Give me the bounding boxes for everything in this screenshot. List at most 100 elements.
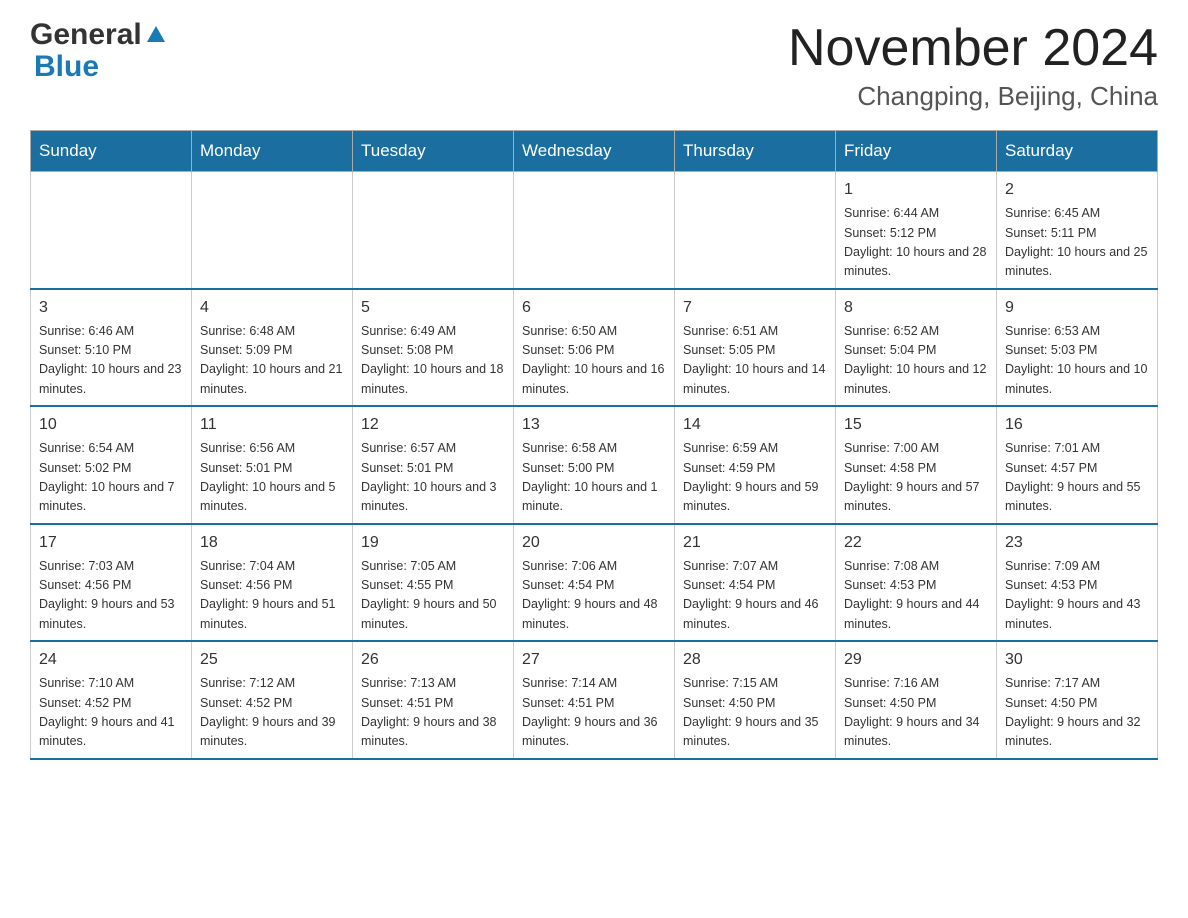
title-section: November 2024 Changping, Beijing, China xyxy=(788,20,1158,112)
calendar-cell: 7Sunrise: 6:51 AM Sunset: 5:05 PM Daylig… xyxy=(675,289,836,407)
calendar-cell: 11Sunrise: 6:56 AM Sunset: 5:01 PM Dayli… xyxy=(192,406,353,524)
day-info: Sunrise: 6:45 AM Sunset: 5:11 PM Dayligh… xyxy=(1005,204,1149,282)
day-info: Sunrise: 7:00 AM Sunset: 4:58 PM Dayligh… xyxy=(844,439,988,517)
day-number: 21 xyxy=(683,531,827,555)
day-number: 3 xyxy=(39,296,183,320)
calendar-cell: 5Sunrise: 6:49 AM Sunset: 5:08 PM Daylig… xyxy=(353,289,514,407)
page-header: General Blue November 2024 Changping, Be… xyxy=(30,20,1158,112)
week-row-4: 17Sunrise: 7:03 AM Sunset: 4:56 PM Dayli… xyxy=(31,524,1158,642)
header-day-friday: Friday xyxy=(836,131,997,172)
day-number: 12 xyxy=(361,413,505,437)
day-info: Sunrise: 7:03 AM Sunset: 4:56 PM Dayligh… xyxy=(39,557,183,635)
day-info: Sunrise: 7:05 AM Sunset: 4:55 PM Dayligh… xyxy=(361,557,505,635)
day-number: 18 xyxy=(200,531,344,555)
day-number: 17 xyxy=(39,531,183,555)
day-info: Sunrise: 7:17 AM Sunset: 4:50 PM Dayligh… xyxy=(1005,674,1149,752)
day-info: Sunrise: 7:06 AM Sunset: 4:54 PM Dayligh… xyxy=(522,557,666,635)
day-info: Sunrise: 6:59 AM Sunset: 4:59 PM Dayligh… xyxy=(683,439,827,517)
day-number: 8 xyxy=(844,296,988,320)
header-day-wednesday: Wednesday xyxy=(514,131,675,172)
week-row-2: 3Sunrise: 6:46 AM Sunset: 5:10 PM Daylig… xyxy=(31,289,1158,407)
day-number: 9 xyxy=(1005,296,1149,320)
calendar-cell: 1Sunrise: 6:44 AM Sunset: 5:12 PM Daylig… xyxy=(836,172,997,289)
calendar-cell: 16Sunrise: 7:01 AM Sunset: 4:57 PM Dayli… xyxy=(997,406,1158,524)
calendar-cell: 13Sunrise: 6:58 AM Sunset: 5:00 PM Dayli… xyxy=(514,406,675,524)
day-number: 1 xyxy=(844,178,988,202)
day-number: 27 xyxy=(522,648,666,672)
calendar-cell: 6Sunrise: 6:50 AM Sunset: 5:06 PM Daylig… xyxy=(514,289,675,407)
day-number: 14 xyxy=(683,413,827,437)
day-info: Sunrise: 6:53 AM Sunset: 5:03 PM Dayligh… xyxy=(1005,322,1149,400)
header-day-thursday: Thursday xyxy=(675,131,836,172)
day-number: 5 xyxy=(361,296,505,320)
calendar-cell: 15Sunrise: 7:00 AM Sunset: 4:58 PM Dayli… xyxy=(836,406,997,524)
day-info: Sunrise: 6:48 AM Sunset: 5:09 PM Dayligh… xyxy=(200,322,344,400)
day-number: 29 xyxy=(844,648,988,672)
calendar-cell: 19Sunrise: 7:05 AM Sunset: 4:55 PM Dayli… xyxy=(353,524,514,642)
calendar-cell: 21Sunrise: 7:07 AM Sunset: 4:54 PM Dayli… xyxy=(675,524,836,642)
calendar-cell xyxy=(353,172,514,289)
calendar-cell xyxy=(514,172,675,289)
day-info: Sunrise: 7:13 AM Sunset: 4:51 PM Dayligh… xyxy=(361,674,505,752)
header-day-tuesday: Tuesday xyxy=(353,131,514,172)
day-info: Sunrise: 7:14 AM Sunset: 4:51 PM Dayligh… xyxy=(522,674,666,752)
day-info: Sunrise: 6:52 AM Sunset: 5:04 PM Dayligh… xyxy=(844,322,988,400)
calendar-table: SundayMondayTuesdayWednesdayThursdayFrid… xyxy=(30,130,1158,760)
logo-triangle-icon xyxy=(145,22,167,52)
day-number: 22 xyxy=(844,531,988,555)
day-number: 4 xyxy=(200,296,344,320)
day-info: Sunrise: 6:54 AM Sunset: 5:02 PM Dayligh… xyxy=(39,439,183,517)
day-info: Sunrise: 6:49 AM Sunset: 5:08 PM Dayligh… xyxy=(361,322,505,400)
calendar-cell: 18Sunrise: 7:04 AM Sunset: 4:56 PM Dayli… xyxy=(192,524,353,642)
day-number: 19 xyxy=(361,531,505,555)
calendar-cell: 3Sunrise: 6:46 AM Sunset: 5:10 PM Daylig… xyxy=(31,289,192,407)
day-info: Sunrise: 7:09 AM Sunset: 4:53 PM Dayligh… xyxy=(1005,557,1149,635)
calendar-cell xyxy=(675,172,836,289)
day-info: Sunrise: 7:07 AM Sunset: 4:54 PM Dayligh… xyxy=(683,557,827,635)
calendar-cell: 29Sunrise: 7:16 AM Sunset: 4:50 PM Dayli… xyxy=(836,641,997,759)
week-row-3: 10Sunrise: 6:54 AM Sunset: 5:02 PM Dayli… xyxy=(31,406,1158,524)
calendar-cell: 2Sunrise: 6:45 AM Sunset: 5:11 PM Daylig… xyxy=(997,172,1158,289)
day-info: Sunrise: 6:57 AM Sunset: 5:01 PM Dayligh… xyxy=(361,439,505,517)
day-number: 24 xyxy=(39,648,183,672)
day-info: Sunrise: 6:56 AM Sunset: 5:01 PM Dayligh… xyxy=(200,439,344,517)
calendar-cell: 22Sunrise: 7:08 AM Sunset: 4:53 PM Dayli… xyxy=(836,524,997,642)
logo-general-text: General xyxy=(30,20,142,50)
day-number: 16 xyxy=(1005,413,1149,437)
logo-blue-text: Blue xyxy=(30,52,167,82)
week-row-1: 1Sunrise: 6:44 AM Sunset: 5:12 PM Daylig… xyxy=(31,172,1158,289)
day-number: 7 xyxy=(683,296,827,320)
calendar-cell: 12Sunrise: 6:57 AM Sunset: 5:01 PM Dayli… xyxy=(353,406,514,524)
day-info: Sunrise: 7:01 AM Sunset: 4:57 PM Dayligh… xyxy=(1005,439,1149,517)
calendar-title: November 2024 xyxy=(788,20,1158,77)
day-number: 28 xyxy=(683,648,827,672)
calendar-cell: 4Sunrise: 6:48 AM Sunset: 5:09 PM Daylig… xyxy=(192,289,353,407)
day-number: 26 xyxy=(361,648,505,672)
calendar-cell: 17Sunrise: 7:03 AM Sunset: 4:56 PM Dayli… xyxy=(31,524,192,642)
calendar-cell: 24Sunrise: 7:10 AM Sunset: 4:52 PM Dayli… xyxy=(31,641,192,759)
day-number: 13 xyxy=(522,413,666,437)
day-info: Sunrise: 7:16 AM Sunset: 4:50 PM Dayligh… xyxy=(844,674,988,752)
calendar-cell: 20Sunrise: 7:06 AM Sunset: 4:54 PM Dayli… xyxy=(514,524,675,642)
calendar-subtitle: Changping, Beijing, China xyxy=(788,81,1158,112)
calendar-body: 1Sunrise: 6:44 AM Sunset: 5:12 PM Daylig… xyxy=(31,172,1158,759)
day-number: 25 xyxy=(200,648,344,672)
header-day-sunday: Sunday xyxy=(31,131,192,172)
day-info: Sunrise: 6:51 AM Sunset: 5:05 PM Dayligh… xyxy=(683,322,827,400)
day-info: Sunrise: 7:15 AM Sunset: 4:50 PM Dayligh… xyxy=(683,674,827,752)
day-info: Sunrise: 7:04 AM Sunset: 4:56 PM Dayligh… xyxy=(200,557,344,635)
day-info: Sunrise: 6:58 AM Sunset: 5:00 PM Dayligh… xyxy=(522,439,666,517)
calendar-cell xyxy=(31,172,192,289)
day-info: Sunrise: 6:50 AM Sunset: 5:06 PM Dayligh… xyxy=(522,322,666,400)
day-number: 23 xyxy=(1005,531,1149,555)
calendar-cell: 30Sunrise: 7:17 AM Sunset: 4:50 PM Dayli… xyxy=(997,641,1158,759)
calendar-cell: 26Sunrise: 7:13 AM Sunset: 4:51 PM Dayli… xyxy=(353,641,514,759)
header-day-saturday: Saturday xyxy=(997,131,1158,172)
calendar-cell: 27Sunrise: 7:14 AM Sunset: 4:51 PM Dayli… xyxy=(514,641,675,759)
calendar-cell: 10Sunrise: 6:54 AM Sunset: 5:02 PM Dayli… xyxy=(31,406,192,524)
calendar-cell: 28Sunrise: 7:15 AM Sunset: 4:50 PM Dayli… xyxy=(675,641,836,759)
day-number: 15 xyxy=(844,413,988,437)
day-number: 20 xyxy=(522,531,666,555)
header-day-monday: Monday xyxy=(192,131,353,172)
calendar-cell xyxy=(192,172,353,289)
